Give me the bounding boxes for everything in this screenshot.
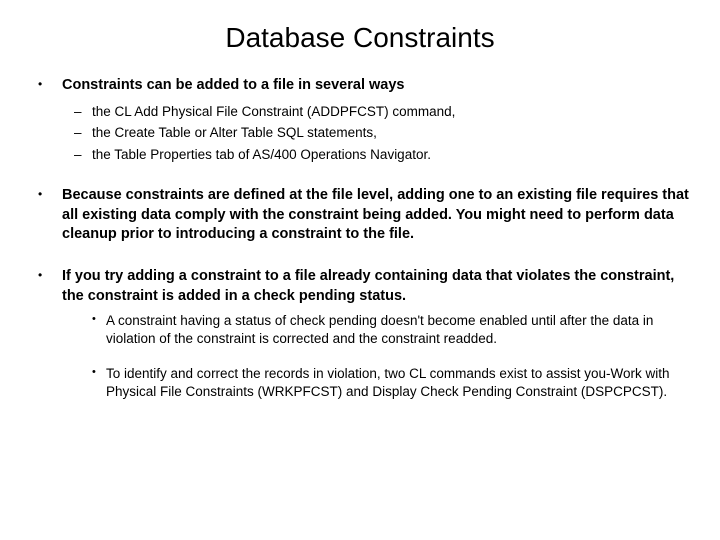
sub-list: A constraint having a status of check pe… — [62, 312, 692, 401]
sub-item: the Create Table or Alter Table SQL stat… — [62, 123, 692, 143]
page-title: Database Constraints — [28, 22, 692, 54]
sub-list: the CL Add Physical File Constraint (ADD… — [62, 102, 692, 165]
bullet-text: Because constraints are defined at the f… — [62, 187, 689, 242]
sub-item: To identify and correct the records in v… — [62, 365, 692, 401]
list-item: Because constraints are defined at the f… — [28, 186, 692, 245]
list-item: If you try adding a constraint to a file… — [28, 267, 692, 401]
sub-item: A constraint having a status of check pe… — [62, 312, 692, 348]
bullet-text: Constraints can be added to a file in se… — [62, 77, 404, 93]
list-item: Constraints can be added to a file in se… — [28, 76, 692, 164]
bullet-list: Constraints can be added to a file in se… — [28, 76, 692, 401]
sub-item: the CL Add Physical File Constraint (ADD… — [62, 102, 692, 122]
sub-item: the Table Properties tab of AS/400 Opera… — [62, 145, 692, 165]
bullet-text: If you try adding a constraint to a file… — [62, 268, 674, 304]
